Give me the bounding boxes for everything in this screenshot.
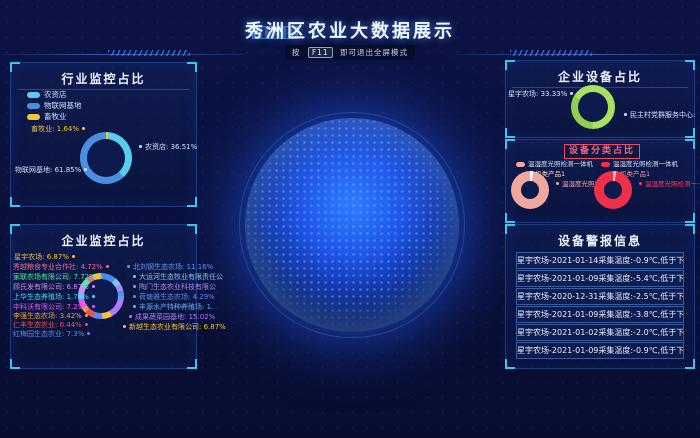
panel-title: 行业监控占比 xyxy=(17,63,190,90)
legend-item-left-1[interactable]: 温湿度光照检测一体机 xyxy=(516,160,593,168)
legend-swatch xyxy=(27,92,40,98)
legend-label: 温湿度光照检测一体机 xyxy=(528,160,593,168)
enterprise-label-right: 荷塘雅生态农场: 4.29% xyxy=(133,293,215,302)
legend-item-right-1[interactable]: 温湿度光照检测一体机 xyxy=(601,160,678,168)
enterprise-label-right: 陶门生态农业科技有限公 xyxy=(133,283,216,292)
legend-swatch xyxy=(27,114,40,120)
legend-item-nongzidian[interactable]: 农资店 xyxy=(27,91,67,99)
device-category-donut-right xyxy=(594,171,632,209)
donut-label-nongzidian: 农资店: 36.51% xyxy=(139,143,197,152)
enterprise-label-left: 中科沃有限公司: 7.29% xyxy=(13,303,75,312)
donut-label-wulianwang: 物联网基地: 61.85% xyxy=(15,166,83,175)
hint-suffix: 即可退出全屏模式 xyxy=(340,48,408,57)
device-category-donut-left xyxy=(511,171,549,209)
enterprise-label-left: 星宇农场: 6.87% xyxy=(13,253,75,262)
legend-label: 温湿度光照检测一体机 xyxy=(613,160,678,168)
legend-swatch xyxy=(27,103,40,109)
enterprise-label-left: 李强生态农场: 3.42% xyxy=(13,312,75,321)
legend-swatch xyxy=(601,162,610,167)
enterprise-label-right: 北刘钢生态农场: 11.16% xyxy=(127,263,213,272)
panel-industry-monitoring: 行业监控占比 农资店 物联网基地 畜牧业 畜牧业: 1.64% 农资店: 36.… xyxy=(10,62,197,207)
device-category-label-right: 温湿度光照检测一→ xyxy=(639,180,700,189)
panel-enterprise-monitoring: 企业监控占比 星宇农场: 6.87% 秀越粮食专业合作社: 4.72% 家联农场… xyxy=(10,224,197,369)
alarm-row: 星宇农场-2021-01-14采集温度:-0.9℃,低于下限:0℃ xyxy=(516,252,684,269)
legend-item-xumuye[interactable]: 畜牧业 xyxy=(27,113,67,121)
enterprise-label-left: 顾氏发有限公司: 6.87% xyxy=(13,283,75,292)
legend-label: 物联网基地 xyxy=(44,101,82,110)
industry-donut-chart xyxy=(80,132,132,184)
panel-title: 企业设备占比 xyxy=(512,61,688,88)
equipment-donut-chart xyxy=(571,85,615,129)
alarm-row: 星宇农场-2021-01-09采集温度:-0.9℃,低于下限:0℃ xyxy=(516,342,684,359)
alarm-row: 星宇农场-2021-01-02采集温度:-2.0℃,低于下限:0℃ xyxy=(516,324,684,341)
panel-device-alarms: 设备警报信息 星宇农场-2021-01-14采集温度:-0.9℃,低于下限:0℃… xyxy=(505,224,695,369)
f11-key-badge: F11 xyxy=(308,47,333,58)
legend-swatch xyxy=(516,162,525,167)
enterprise-label-right: 大运河生态牧业有限责任公 xyxy=(133,273,223,282)
enterprise-label-left: 仁丰生态农业: 6.44% xyxy=(13,321,75,330)
legend-label: 农资店 xyxy=(44,90,67,99)
enterprise-label-right: 成果蔬菜园基地: 15.02% xyxy=(129,313,215,322)
enterprise-label-left: 秀越粮食专业合作社: 4.72% xyxy=(13,263,75,272)
header-divider-right xyxy=(455,50,700,56)
legend-item-wulianwang[interactable]: 物联网基地 xyxy=(27,102,82,110)
dashboard: 秀洲区农业大数据展示 按 F11 即可退出全屏模式 行业监控占比 农资店 物联网… xyxy=(0,0,700,438)
enterprise-label-left: 家联农场有限公司: 7.72% xyxy=(13,273,75,282)
earth-globe xyxy=(245,118,459,332)
enterprise-label-right: 新越生态农业有限公司: 6.87% xyxy=(123,323,226,332)
panel-title: 设备警报信息 xyxy=(506,225,694,251)
enterprise-label-right: 丰源水产特种养殖场: 1. xyxy=(133,303,213,312)
hint-prefix: 按 xyxy=(292,48,301,57)
panel-title: 企业监控占比 xyxy=(11,225,196,251)
enterprise-label-left: 红梅园生态农业: 7.3% xyxy=(13,330,75,339)
equipment-label-right: 民主村党群服务中心: xyxy=(624,111,695,120)
alarm-row: 星宇农场-2021-01-09采集温度:-3.8℃,低于下限:0℃ xyxy=(516,306,684,323)
legend-label: 畜牧业 xyxy=(44,112,67,121)
alarm-row: 星宇农场-2020-12-31采集温度:-2.5℃,低于下限:0℃ xyxy=(516,288,684,305)
header-divider-left xyxy=(0,50,245,56)
panel-title: 设备分类占比 xyxy=(564,144,640,159)
panel-device-category: 设备分类占比 温湿度光照检测一体机 一体机类产品1 温湿度光照检测一→ 温湿度光… xyxy=(505,139,695,223)
equipment-label-left: 星宇农场: 33.33% xyxy=(508,90,566,99)
enterprise-label-left: 上华生态养殖场: 1.72% xyxy=(13,293,75,302)
alarm-row: 星宇农场-2021-01-09采集温度:-5.4℃,低于下限:0℃ xyxy=(516,270,684,287)
donut-label-xumuye: 畜牧业: 1.64% xyxy=(23,125,85,134)
panel-enterprise-equipment: 企业设备占比 星宇农场: 33.33% 民主村党群服务中心: xyxy=(505,60,695,138)
